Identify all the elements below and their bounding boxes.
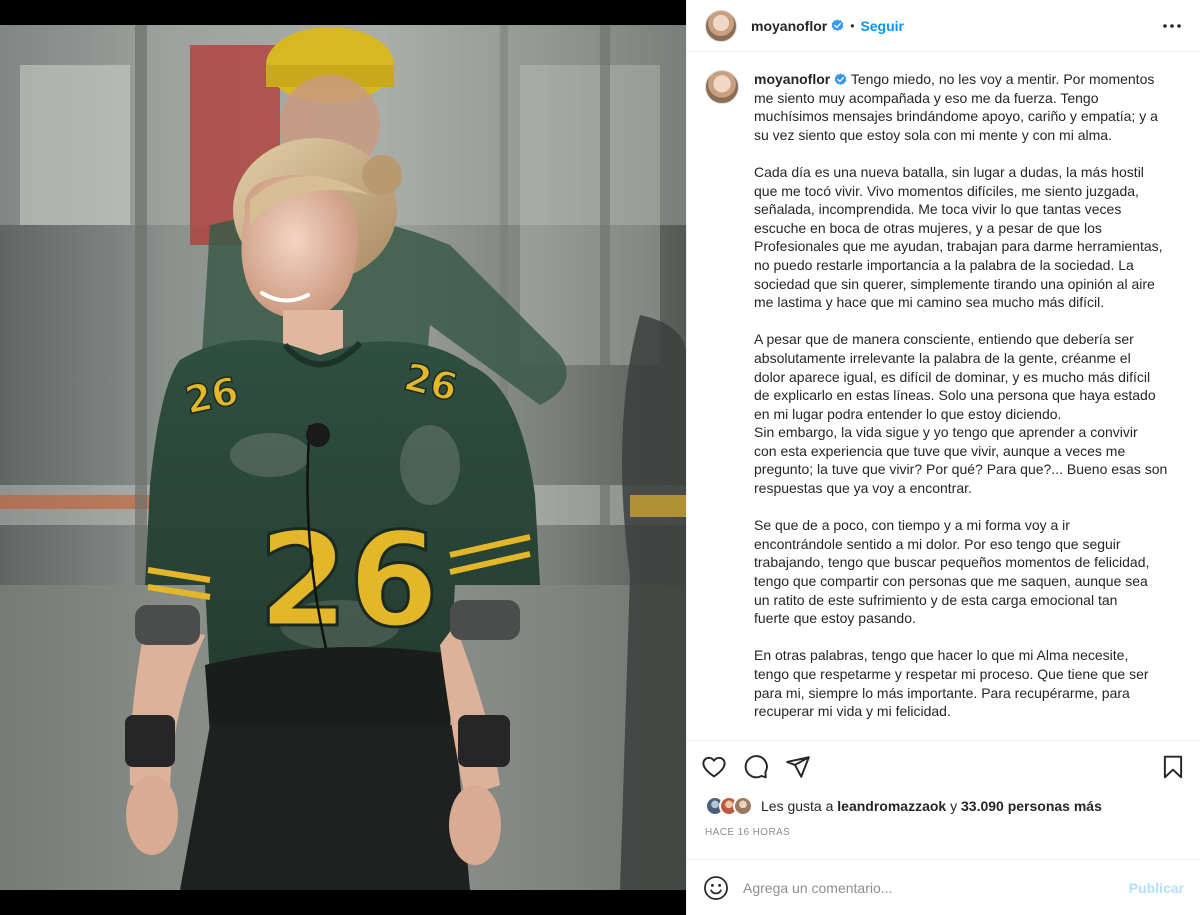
caption-author-avatar[interactable]: [705, 70, 739, 104]
comment-input[interactable]: [743, 879, 1129, 896]
verified-badge-icon: [831, 19, 844, 32]
likes-count-link[interactable]: 33.090 personas más: [961, 798, 1102, 814]
caption: moyanoflor Tengo miedo, no les voy a men…: [705, 70, 1184, 739]
photo-illustration: 26 26 26: [0, 25, 686, 890]
liker-avatars[interactable]: [705, 796, 753, 816]
header-separator: •: [850, 18, 855, 33]
comment-bubble-icon[interactable]: [743, 754, 769, 780]
paper-plane-icon[interactable]: [785, 754, 811, 780]
caption-paragraph: En otras palabras, tengo que hacer lo qu…: [754, 647, 1149, 720]
caption-paragraph: Cada día es una nueva batalla, sin lugar…: [754, 163, 1163, 311]
caption-author-username[interactable]: moyanoflor: [754, 71, 830, 87]
likes-summary: Les gusta a leandromazzaok y 33.090 pers…: [687, 793, 1200, 819]
post-header: moyanoflor • Seguir: [687, 0, 1200, 52]
post-timestamp[interactable]: HACE 16 HORAS: [687, 819, 1200, 859]
action-bar: [687, 741, 1200, 793]
publish-button[interactable]: Publicar: [1129, 880, 1184, 896]
caption-paragraph: moyanoflor Tengo miedo, no les voy a men…: [754, 70, 1167, 144]
caption-area: moyanoflor Tengo miedo, no les voy a men…: [687, 52, 1200, 741]
follow-button[interactable]: Seguir: [860, 18, 904, 34]
smiley-icon[interactable]: [703, 875, 729, 901]
author-avatar[interactable]: [705, 9, 737, 42]
likes-prefix: Les gusta a: [761, 798, 834, 814]
post-photo[interactable]: 26 26 26: [0, 25, 686, 890]
verified-badge-icon: [834, 73, 847, 86]
caption-paragraph: Se que de a poco, con tiempo y a mi form…: [754, 517, 1150, 627]
likes-user-link[interactable]: leandromazzaok: [837, 798, 946, 814]
instagram-post: 26 26 26 moyanoflor • Seguir moyanoflor …: [0, 0, 1200, 915]
author-username[interactable]: moyanoflor: [751, 18, 827, 34]
liker-avatar: [733, 796, 753, 816]
svg-text:26: 26: [258, 504, 439, 656]
post-side-panel: moyanoflor • Seguir moyanoflor Tengo mie: [686, 0, 1200, 915]
heart-icon[interactable]: [701, 754, 727, 780]
caption-paragraph: A pesar que de manera consciente, entien…: [754, 331, 1168, 497]
caption-body: moyanoflor Tengo miedo, no les voy a men…: [754, 70, 1167, 739]
add-comment-bar: Publicar: [687, 859, 1200, 915]
post-media: 26 26 26: [0, 0, 686, 915]
bookmark-icon[interactable]: [1160, 754, 1186, 780]
likes-connector: y: [950, 798, 958, 814]
more-options-icon[interactable]: [1160, 14, 1184, 38]
